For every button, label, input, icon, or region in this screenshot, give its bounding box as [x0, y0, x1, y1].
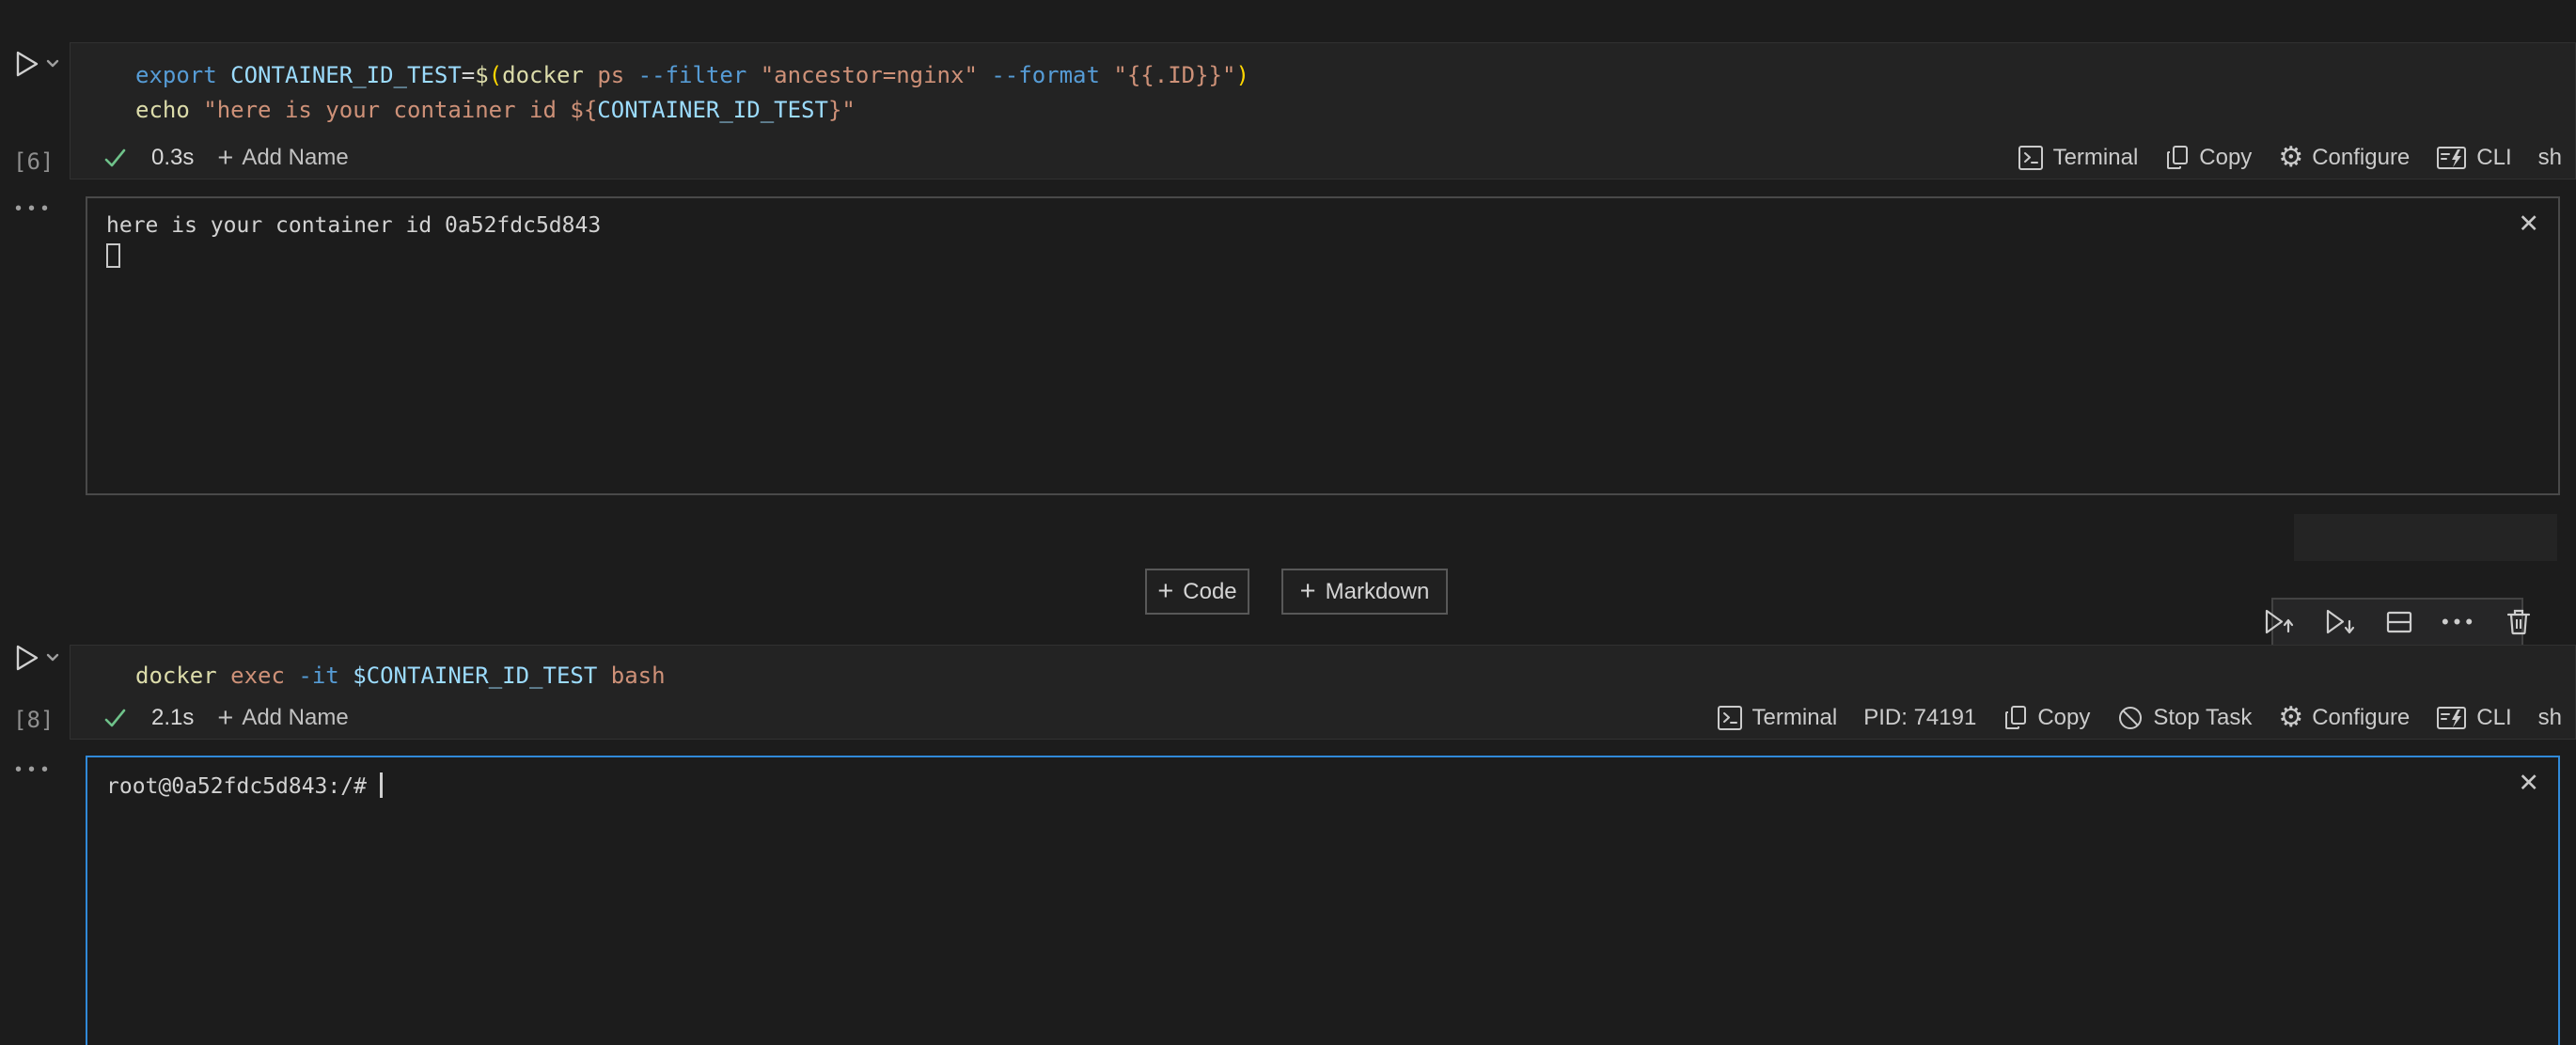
plus-icon: + [1157, 578, 1173, 605]
cli-button[interactable]: CLI [2436, 144, 2511, 172]
terminal-label: Terminal [2053, 145, 2139, 171]
terminal-output-line: here is your container id 0a52fdc5d843 [106, 211, 2539, 241]
code-cell[interactable]: export CONTAINER_ID_TEST=$(docker ps --f… [70, 42, 2576, 179]
terminal-button[interactable]: Terminal [1716, 704, 1838, 732]
code-line: docker exec -it $CONTAINER_ID_TEST bash [135, 659, 2556, 694]
add-markdown-label: Markdown [1326, 579, 1430, 605]
success-check-icon [102, 146, 128, 171]
trash-icon [2505, 607, 2533, 637]
plus-icon: + [1300, 578, 1316, 605]
terminal-prompt-line: root@0a52fdc5d843:/# [106, 772, 2539, 802]
terminal-output[interactable]: here is your container id 0a52fdc5d843 ✕ [86, 196, 2560, 495]
code-line: echo "here is your container id ${CONTAI… [135, 93, 2556, 128]
copy-button[interactable]: Copy [2003, 704, 2090, 732]
code-cell[interactable]: docker exec -it $CONTAINER_ID_TEST bash … [70, 645, 2576, 740]
output-menu-button[interactable]: ••• [15, 198, 55, 220]
cell-status-bar: 0.3s + Add Name Terminal [71, 141, 2575, 179]
copy-label: Copy [2199, 145, 2252, 171]
add-code-label: Code [1183, 579, 1236, 605]
cli-label: CLI [2476, 705, 2511, 731]
duration-label: 0.3s [151, 145, 194, 171]
execution-count-label: [8] [13, 707, 54, 733]
run-above-icon [2262, 607, 2296, 637]
cli-label: CLI [2476, 145, 2511, 171]
terminal-icon [1716, 704, 1744, 732]
add-name-button[interactable]: + Add Name [217, 705, 348, 732]
plus-icon: + [217, 705, 233, 732]
code-line: export CONTAINER_ID_TEST=$(docker ps --f… [135, 58, 2556, 93]
gear-icon: ⚙ [2278, 144, 2303, 172]
close-output-button[interactable]: ✕ [2518, 769, 2539, 798]
more-actions-button[interactable]: ••• [2442, 610, 2477, 634]
cell-status-bar: 2.1s + Add Name Terminal PID: 74191 [71, 701, 2575, 739]
terminal-icon [2017, 144, 2045, 172]
terminal-cursor-line [106, 241, 2539, 276]
run-above-button[interactable] [2262, 607, 2296, 637]
add-name-button[interactable]: + Add Name [217, 145, 348, 172]
terminal-output-focused[interactable]: root@0a52fdc5d843:/# ✕ [86, 756, 2560, 1045]
output-menu-button[interactable]: ••• [15, 759, 55, 781]
terminal-button[interactable]: Terminal [2017, 144, 2139, 172]
play-icon [14, 644, 61, 672]
notebook-editor: [6] ••• export CONTAINER_ID_TEST=$(docke… [0, 0, 2576, 1045]
pid-label: PID: 74191 [1863, 705, 1976, 731]
terminal-prompt: root@0a52fdc5d843:/# [106, 774, 380, 799]
duration-label: 2.1s [151, 705, 194, 731]
cell-hover-strip [2294, 514, 2557, 561]
run-below-button[interactable] [2323, 607, 2357, 637]
copy-icon [2003, 704, 2029, 732]
configure-label: Configure [2312, 145, 2410, 171]
terminal-label: Terminal [1752, 705, 1838, 731]
stop-task-label: Stop Task [2153, 705, 2252, 731]
run-cell-button[interactable] [14, 50, 61, 78]
language-indicator[interactable]: sh [2538, 705, 2562, 731]
configure-button[interactable]: ⚙ Configure [2278, 704, 2410, 732]
run-cell-button[interactable] [14, 644, 61, 672]
close-output-button[interactable]: ✕ [2518, 210, 2539, 239]
stop-circle-icon [2116, 704, 2144, 732]
delete-cell-button[interactable] [2505, 607, 2533, 637]
add-name-label: Add Name [242, 145, 348, 171]
language-indicator[interactable]: sh [2538, 145, 2562, 171]
copy-icon [2164, 144, 2191, 172]
code-editor[interactable]: export CONTAINER_ID_TEST=$(docker ps --f… [135, 58, 2556, 128]
terminal-block-cursor [106, 243, 120, 268]
split-cell-icon [2384, 608, 2414, 636]
cell-toolbar: ••• [2271, 598, 2523, 647]
run-below-icon [2323, 607, 2357, 637]
configure-label: Configure [2312, 705, 2410, 731]
add-name-label: Add Name [242, 705, 348, 731]
execution-count-label: [6] [13, 148, 54, 175]
code-editor[interactable]: docker exec -it $CONTAINER_ID_TEST bash [135, 659, 2556, 694]
stop-task-button[interactable]: Stop Task [2116, 704, 2252, 732]
play-icon [14, 50, 61, 78]
add-markdown-cell-button[interactable]: + Markdown [1281, 569, 1448, 615]
success-check-icon [102, 706, 128, 731]
plus-icon: + [217, 145, 233, 172]
cli-icon [2436, 144, 2468, 172]
gear-icon: ⚙ [2278, 704, 2303, 732]
configure-button[interactable]: ⚙ Configure [2278, 144, 2410, 172]
cli-icon [2436, 704, 2468, 732]
copy-button[interactable]: Copy [2164, 144, 2252, 172]
add-code-cell-button[interactable]: + Code [1145, 569, 1249, 615]
split-cell-button[interactable] [2384, 608, 2414, 636]
cli-button[interactable]: CLI [2436, 704, 2511, 732]
terminal-bar-cursor [380, 772, 383, 798]
copy-label: Copy [2037, 705, 2090, 731]
